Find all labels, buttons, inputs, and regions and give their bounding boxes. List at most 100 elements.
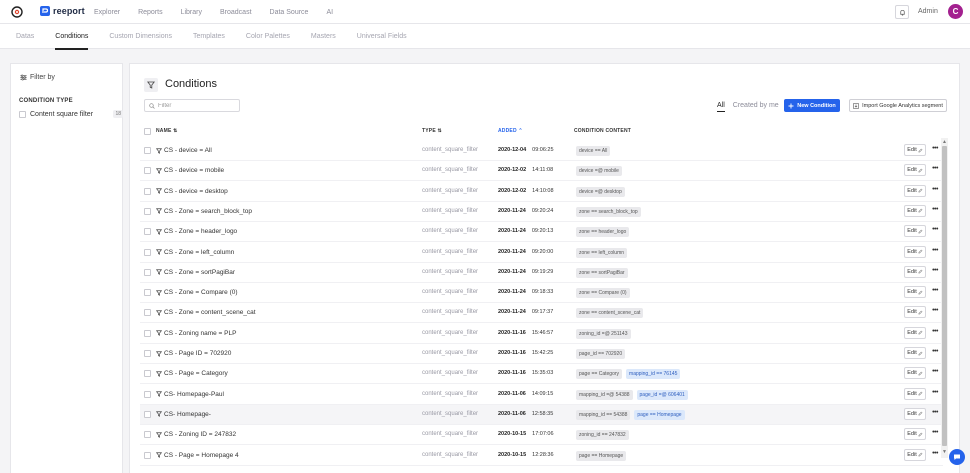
notification-button[interactable]	[895, 5, 909, 19]
table-row[interactable]: CS - device = mobile content_square_filte…	[140, 161, 943, 182]
row-checkbox[interactable]	[144, 268, 151, 276]
column-header-added[interactable]: ADDED ⌃	[498, 128, 523, 134]
brand-logo[interactable]: reeport	[40, 6, 85, 16]
more-options-button[interactable]: •••	[931, 408, 939, 420]
row-checkbox[interactable]	[144, 410, 151, 418]
row-checkbox[interactable]	[144, 451, 151, 459]
tab-universal-fields[interactable]: Universal Fields	[357, 24, 407, 49]
row-checkbox[interactable]	[144, 309, 151, 317]
table-row[interactable]: CS - Page = Homepage 4 content_square_fil…	[140, 446, 943, 466]
row-checkbox[interactable]	[144, 329, 151, 337]
table-row[interactable]: CS - Page ID = 702920 content_square_filt…	[140, 344, 943, 364]
table-row[interactable]: CS - device = desktop content_square_filt…	[140, 182, 943, 202]
nav-broadcast[interactable]: Broadcast	[220, 9, 252, 16]
condition-name[interactable]: CS - Page ID = 702920	[156, 350, 231, 357]
tab-all[interactable]: All	[717, 102, 725, 112]
row-checkbox[interactable]	[144, 289, 151, 297]
nav-data-source[interactable]: Data Source	[270, 9, 309, 16]
more-options-button[interactable]: •••	[931, 205, 939, 217]
condition-name[interactable]: CS - Zone = left_column	[156, 249, 234, 256]
more-options-button[interactable]: •••	[931, 225, 939, 237]
table-row[interactable]: CS - Zone = content_scene_cat content_squ…	[140, 303, 943, 324]
more-options-button[interactable]: •••	[931, 367, 939, 379]
more-options-button[interactable]: •••	[931, 185, 939, 197]
edit-button[interactable]: Edit	[904, 306, 926, 319]
filter-option-content-square[interactable]: Content square filter 18	[19, 110, 123, 118]
table-row[interactable]: CS - Zone = search_block_top content_squa…	[140, 202, 943, 222]
table-row[interactable]: CS - Zone = Compare (0) content_square_fi…	[140, 283, 943, 304]
filter-checkbox[interactable]	[19, 110, 26, 118]
tab-datas[interactable]: Datas	[16, 24, 34, 49]
nav-reports[interactable]: Reports	[138, 9, 163, 16]
table-row[interactable]: CS - Page = Category content_square_filte…	[140, 364, 943, 385]
edit-button[interactable]: Edit	[904, 428, 926, 441]
import-ga-segment-button[interactable]: Import Google Analytics segment	[849, 99, 947, 112]
user-label[interactable]: Admin	[918, 8, 938, 15]
more-options-button[interactable]: •••	[931, 246, 939, 258]
scroll-up-arrow-icon[interactable]: ▲	[942, 139, 947, 145]
row-checkbox[interactable]	[144, 350, 151, 357]
column-header-type[interactable]: TYPE ⇅	[422, 128, 442, 134]
table-row[interactable]: CS - device = All content_square_filter 20…	[140, 141, 943, 161]
edit-button[interactable]: Edit	[904, 184, 926, 197]
edit-button[interactable]: Edit	[904, 144, 926, 156]
edit-button[interactable]: Edit	[904, 265, 926, 278]
tab-conditions[interactable]: Conditions	[55, 24, 89, 50]
condition-name[interactable]: CS - Zone = Compare (0)	[156, 289, 238, 296]
search-input[interactable]	[158, 102, 236, 109]
row-checkbox[interactable]	[144, 390, 151, 398]
edit-button[interactable]: Edit	[904, 245, 926, 258]
chat-widget-button[interactable]	[949, 449, 965, 465]
condition-name[interactable]: CS - Zoning name = PLP	[156, 330, 236, 337]
more-options-button[interactable]: •••	[931, 327, 939, 339]
edit-button[interactable]: Edit	[904, 367, 926, 380]
more-options-button[interactable]: •••	[931, 144, 939, 156]
scroll-down-arrow-icon[interactable]: ▼	[942, 449, 947, 455]
edit-button[interactable]: Edit	[904, 326, 926, 339]
column-header-name[interactable]: NAME ⇅	[156, 128, 178, 134]
edit-button[interactable]: Edit	[904, 407, 926, 420]
edit-button[interactable]: Edit	[904, 204, 926, 217]
condition-name[interactable]: CS - Page = Category	[156, 370, 228, 377]
row-checkbox[interactable]	[144, 167, 151, 175]
tab-templates[interactable]: Templates	[193, 24, 225, 49]
tab-masters[interactable]: Masters	[311, 24, 336, 49]
condition-name[interactable]: CS - Zone = sortPagiBar	[156, 269, 235, 276]
row-checkbox[interactable]	[144, 228, 151, 236]
more-options-button[interactable]: •••	[931, 286, 939, 298]
more-options-button[interactable]: •••	[931, 428, 939, 440]
scrollbar-thumb[interactable]	[942, 146, 947, 446]
tab-custom-dimensions[interactable]: Custom Dimensions	[109, 24, 172, 49]
condition-name[interactable]: CS - Zone = search_block_top	[156, 208, 252, 215]
condition-name[interactable]: CS - device = mobile	[156, 167, 224, 174]
row-checkbox[interactable]	[144, 187, 151, 195]
tab-created-by-me[interactable]: Created by me	[733, 102, 779, 112]
avatar[interactable]: C	[948, 4, 963, 19]
more-options-button[interactable]: •••	[931, 347, 939, 359]
table-row[interactable]: CS- Homepage-content_square_filter 2020-1…	[140, 404, 943, 425]
condition-name[interactable]: CS - device = desktop	[156, 188, 228, 195]
table-row[interactable]: CS - Zone = sortPagiBar content_square_fi…	[140, 263, 943, 283]
select-all-checkbox[interactable]	[144, 128, 151, 135]
search-box[interactable]	[144, 99, 240, 112]
condition-name[interactable]: CS - Page = Homepage 4	[156, 452, 239, 459]
edit-button[interactable]: Edit	[904, 448, 926, 461]
row-checkbox[interactable]	[144, 207, 151, 215]
condition-name[interactable]: CS - Zoning ID = 247832	[156, 431, 236, 438]
condition-name[interactable]: CS - Zone = content_scene_cat	[156, 309, 256, 316]
table-row[interactable]: CS - Zoning ID = 247832 content_square_fi…	[140, 425, 943, 446]
more-options-button[interactable]: •••	[931, 388, 939, 400]
row-checkbox[interactable]	[144, 248, 151, 256]
table-row[interactable]: CS - Zone = left_column content_square_fi…	[140, 243, 943, 263]
condition-name[interactable]: CS - Zone = header_logo	[156, 228, 237, 235]
row-checkbox[interactable]	[144, 431, 151, 439]
edit-button[interactable]: Edit	[904, 225, 926, 238]
more-options-button[interactable]: •••	[931, 164, 939, 176]
more-options-button[interactable]: •••	[931, 306, 939, 318]
table-row[interactable]: CS - Zoning name = PLP content_square_fil…	[140, 324, 943, 344]
row-checkbox[interactable]	[144, 147, 151, 154]
condition-name[interactable]: CS- Homepage-	[156, 411, 211, 418]
row-checkbox[interactable]	[144, 370, 151, 378]
condition-name[interactable]: CS - device = All	[156, 147, 212, 154]
edit-button[interactable]: Edit	[904, 347, 926, 359]
